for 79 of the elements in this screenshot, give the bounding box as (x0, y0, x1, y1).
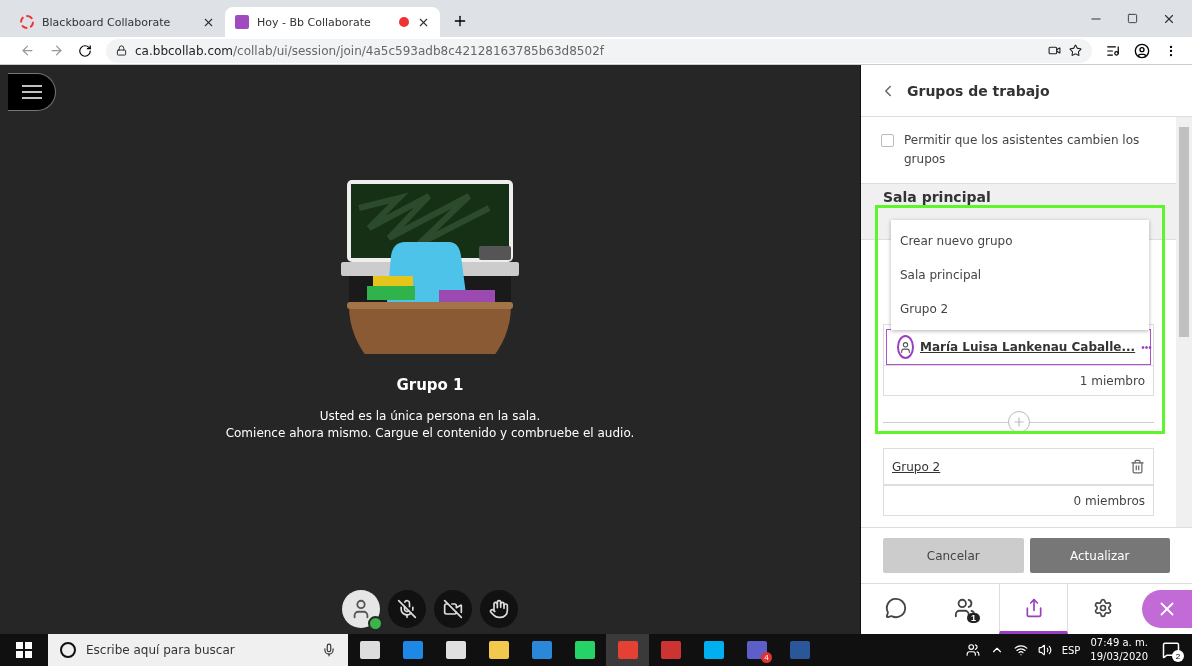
lock-icon (116, 45, 127, 56)
people-icon (953, 596, 976, 619)
search-placeholder: Escribe aquí para buscar (86, 643, 236, 657)
chat-app-icon (574, 641, 595, 659)
document-app-icon (789, 641, 810, 659)
volume-icon[interactable] (1037, 643, 1052, 657)
plus-icon (1011, 415, 1026, 429)
call-app-icon (703, 641, 724, 659)
browser-icon (402, 641, 423, 659)
language-indicator[interactable]: ESP (1061, 644, 1081, 656)
member-count: 1 miembro (884, 365, 1153, 395)
notification-badge: 4 (761, 652, 772, 663)
notifications-button[interactable]: 2 (1158, 636, 1184, 664)
windows-icon (16, 642, 32, 658)
folder-icon (488, 641, 509, 659)
nav-tab[interactable] (999, 584, 1068, 634)
search-icon (60, 642, 76, 658)
update-button[interactable]: Actualizar (1029, 538, 1170, 573)
team-app-icon (746, 641, 767, 659)
trash-icon[interactable] (1130, 459, 1145, 474)
maximize-icon[interactable] (1127, 13, 1138, 24)
site-icon (20, 15, 34, 29)
camera-button[interactable] (434, 590, 472, 628)
tab-title: Hoy - Bb Collaborate (257, 15, 372, 29)
new-tab-icon[interactable] (452, 13, 468, 29)
cancel-button[interactable]: Cancelar (883, 538, 1024, 573)
member-name: María Luisa Lankenau Caballe... (920, 340, 1136, 354)
microphone-button[interactable] (388, 590, 426, 628)
task-view-icon (359, 641, 380, 659)
web-browser-icon (617, 641, 638, 659)
url-text: ca.bbcollab.com/collab/ui/session/join/4a5c593adb8c42128163785b63d8502f (135, 43, 606, 58)
tab-title: Blackboard Collaborate (42, 15, 172, 29)
store-icon (445, 641, 466, 659)
taskbar-app[interactable]: 4 (735, 634, 778, 666)
app-icon (660, 641, 681, 659)
menu-icon (20, 85, 43, 99)
reload-icon[interactable] (78, 43, 92, 58)
taskbar-search-field[interactable]: Escribe aquí para buscar (48, 634, 348, 666)
avatar-icon (897, 335, 914, 359)
section-title: Sala principal (883, 189, 991, 205)
menu-item[interactable]: Crear nuevo grupo (891, 224, 1149, 258)
back-icon[interactable] (20, 43, 35, 58)
profile-icon[interactable] (1134, 42, 1150, 59)
notification-count: 2 (1172, 650, 1184, 662)
notification-icon (1162, 641, 1180, 659)
group-name[interactable]: Grupo 2 (892, 459, 941, 474)
checkbox[interactable] (881, 134, 894, 147)
settings-icon (1092, 597, 1113, 618)
hand-icon (489, 599, 509, 619)
member-count: 0 miembros (884, 485, 1153, 515)
avatar-button[interactable] (342, 590, 380, 628)
browser-tab[interactable]: Blackboard Collaborate (10, 7, 225, 37)
room-message: Comience ahora mismo. Cargue el contenido y combruebe el audio. (225, 426, 635, 440)
menu-item[interactable]: Grupo 2 (891, 292, 1149, 326)
people-icon[interactable] (965, 643, 980, 657)
room-title: Grupo 1 (396, 376, 464, 394)
menu-button[interactable] (8, 73, 56, 111)
mic-off-icon (397, 599, 417, 619)
room-message: Usted es la única persona en la sala. (319, 409, 541, 423)
microphone-icon[interactable] (322, 643, 336, 657)
raise-hand-button[interactable] (480, 590, 518, 628)
clock[interactable]: 07:49 a. m. 19/03/2020 (1090, 636, 1148, 664)
menu-item[interactable]: Sala principal (891, 258, 1149, 292)
panel-title: Grupos de trabajo (907, 82, 1050, 99)
site-icon (235, 15, 249, 29)
scrollbar[interactable] (1176, 117, 1192, 527)
mail-icon (531, 641, 552, 659)
camera-off-icon (443, 599, 463, 619)
count-badge: 1 (967, 613, 980, 623)
address-bar[interactable]: ca.bbcollab.com/collab/ui/session/join/4a5c593adb8c42128163785b63d8502f (106, 38, 1092, 63)
wifi-icon[interactable] (1013, 643, 1028, 657)
close-button[interactable] (1142, 590, 1192, 628)
camera-icon[interactable] (1048, 44, 1061, 57)
forward-icon[interactable] (49, 43, 64, 58)
browser-tab[interactable]: Hoy - Bb Collaborate (225, 7, 440, 37)
checkbox-label: Permitir que los asistentes cambien los grupos (904, 132, 1141, 168)
bookmark-star-icon[interactable] (1069, 44, 1082, 57)
reading-list-icon[interactable] (1106, 43, 1120, 58)
chat-icon (884, 596, 907, 619)
